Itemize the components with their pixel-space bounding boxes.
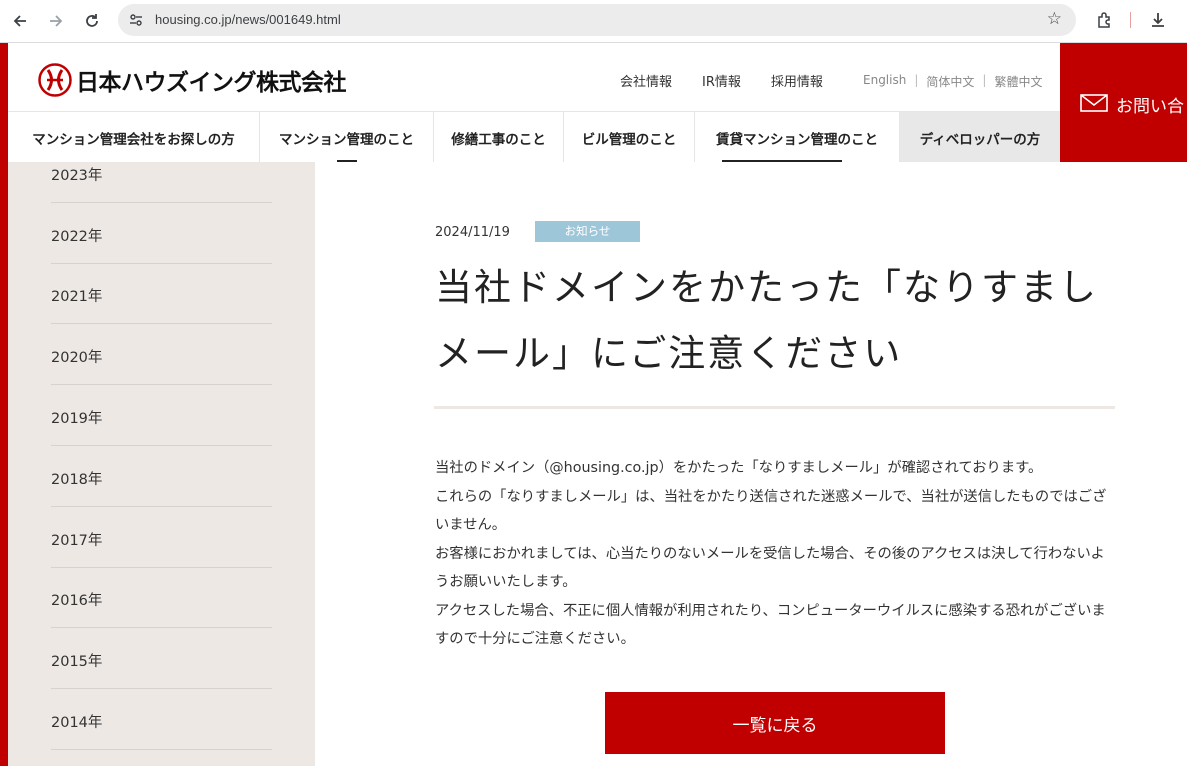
nav-label: 修繕工事のこと bbox=[451, 131, 546, 148]
title-divider bbox=[434, 406, 1115, 409]
year-label: 2023年 bbox=[51, 168, 103, 184]
site-settings-icon[interactable] bbox=[128, 12, 144, 28]
lang-simplified-chinese[interactable]: 简体中文 bbox=[926, 73, 974, 90]
year-link-2016[interactable]: 2016年 bbox=[51, 568, 272, 628]
mail-icon bbox=[1080, 94, 1108, 112]
year-link-2014[interactable]: 2014年 bbox=[51, 690, 272, 750]
header-links: 会社情報 IR情報 採用情報 bbox=[620, 71, 853, 90]
link-recruit[interactable]: 採用情報 bbox=[771, 71, 823, 90]
year-label: 2016年 bbox=[51, 593, 103, 609]
year-label: 2022年 bbox=[51, 229, 103, 245]
bookmark-star-icon[interactable]: ☆ bbox=[1047, 9, 1062, 29]
year-archive-sidebar: 2023年 2022年 2021年 2020年 2019年 2018年 2017… bbox=[8, 162, 315, 766]
nav-rental-management[interactable]: 賃貸マンション管理のこと bbox=[695, 112, 900, 163]
nav-building-management[interactable]: ビル管理のこと bbox=[564, 112, 695, 163]
left-accent-bar bbox=[0, 43, 8, 766]
body-paragraph: 当社のドメイン（@housing.co.jp）をかたった「なりすましメール」が確… bbox=[435, 460, 1043, 476]
url-text[interactable]: housing.co.jp/news/001649.html bbox=[155, 12, 341, 27]
year-label: 2018年 bbox=[51, 472, 103, 488]
extensions-icon[interactable] bbox=[1093, 8, 1117, 32]
site-logo[interactable]: 日本ハウズイング株式会社 bbox=[38, 63, 347, 97]
web-page: 日本ハウズイング株式会社 会社情報 IR情報 採用情報 English | 简体… bbox=[0, 43, 1187, 766]
lang-english[interactable]: English bbox=[863, 73, 906, 90]
year-label: 2017年 bbox=[51, 533, 103, 549]
body-paragraph: アクセスした場合、不正に個人情報が利用されたり、コンピューターウイルスに感染する… bbox=[435, 602, 1106, 648]
year-label: 2015年 bbox=[51, 654, 103, 670]
category-badge: お知らせ bbox=[535, 221, 640, 242]
download-icon[interactable] bbox=[1146, 8, 1170, 32]
year-link-2017[interactable]: 2017年 bbox=[51, 508, 272, 568]
browser-toolbar: housing.co.jp/news/001649.html ☆ bbox=[0, 0, 1187, 43]
year-label: 2014年 bbox=[51, 715, 103, 731]
body-paragraph: これらの「なりすましメール」は、当社をかたり送信された迷惑メールで、当社が送信し… bbox=[435, 488, 1107, 534]
article-body: 当社のドメイン（@housing.co.jp）をかたった「なりすましメール」が確… bbox=[435, 454, 1115, 654]
link-company-info[interactable]: 会社情報 bbox=[620, 71, 672, 90]
nav-repair-work[interactable]: 修繕工事のこと bbox=[434, 112, 564, 163]
nav-mansion-management[interactable]: マンション管理のこと bbox=[260, 112, 434, 163]
body-paragraph: お客様におかれましては、心当たりのないメールを受信した場合、その後のアクセスは決… bbox=[435, 545, 1105, 591]
address-bar[interactable]: housing.co.jp/news/001649.html ☆ bbox=[118, 4, 1076, 36]
reload-icon[interactable] bbox=[80, 9, 104, 33]
language-switcher: English | 简体中文 | 繁體中文 bbox=[863, 73, 1042, 90]
contact-button[interactable]: お問い合 bbox=[1060, 43, 1187, 162]
lang-traditional-chinese[interactable]: 繁體中文 bbox=[994, 73, 1042, 90]
company-mark-icon bbox=[38, 63, 72, 97]
forward-arrow-icon[interactable] bbox=[44, 9, 68, 33]
title-line: 当社ドメインをかたった「なりすまし bbox=[435, 266, 1098, 309]
nav-label: ビル管理のこと bbox=[581, 131, 677, 148]
title-line: メール」にご注意ください bbox=[435, 332, 903, 375]
year-link-2018[interactable]: 2018年 bbox=[51, 447, 272, 507]
nav-label: ディベロッパーの方 bbox=[919, 131, 1041, 148]
contact-label: お問い合 bbox=[1116, 97, 1184, 117]
toolbar-divider bbox=[1130, 12, 1131, 28]
year-label: 2019年 bbox=[51, 411, 103, 427]
article-content: 2024/11/19 お知らせ 当社ドメインをかたった「なりすまし メール」にご… bbox=[315, 162, 1187, 766]
lang-divider: | bbox=[982, 73, 987, 87]
nav-developers[interactable]: ディベロッパーの方 bbox=[900, 112, 1060, 163]
year-label: 2021年 bbox=[51, 289, 103, 305]
article-title: 当社ドメインをかたった「なりすまし メール」にご注意ください bbox=[435, 255, 1115, 387]
year-link-2020[interactable]: 2020年 bbox=[51, 325, 272, 385]
back-to-list-button[interactable]: 一覧に戻る bbox=[605, 692, 945, 754]
logo-text: 日本ハウズイング株式会社 bbox=[76, 69, 347, 96]
article-date: 2024/11/19 bbox=[435, 225, 510, 240]
year-link-2021[interactable]: 2021年 bbox=[51, 264, 272, 324]
year-link-2015[interactable]: 2015年 bbox=[51, 629, 272, 689]
year-link-2023[interactable]: 2023年 bbox=[51, 143, 272, 203]
year-link-2022[interactable]: 2022年 bbox=[51, 204, 272, 264]
nav-label: 賃貸マンション管理のこと bbox=[716, 131, 878, 148]
year-label: 2020年 bbox=[51, 350, 103, 366]
year-link-2019[interactable]: 2019年 bbox=[51, 386, 272, 446]
back-arrow-icon[interactable] bbox=[8, 9, 32, 33]
site-header: 日本ハウズイング株式会社 会社情報 IR情報 採用情報 English | 简体… bbox=[8, 43, 1060, 111]
lang-divider: | bbox=[914, 73, 919, 87]
nav-label: マンション管理のこと bbox=[279, 131, 414, 148]
link-ir-info[interactable]: IR情報 bbox=[702, 71, 741, 90]
